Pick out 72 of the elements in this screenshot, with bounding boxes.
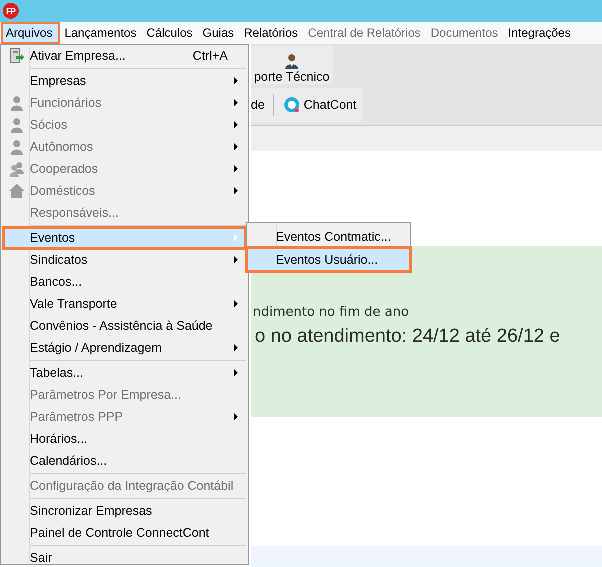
person-icon	[8, 139, 24, 155]
menu-item[interactable]: Sincronizar Empresas	[3, 500, 246, 522]
app-logo-icon: FP	[3, 3, 19, 19]
menu-item-label: Responsáveis...	[30, 206, 119, 220]
submenu-arrow-icon	[234, 121, 238, 129]
submenu-item[interactable]: Eventos Contmatic...	[247, 225, 410, 248]
menu-item[interactable]: Eventos	[3, 227, 246, 249]
support-button[interactable]: porte Técnico	[251, 46, 333, 84]
submenu-arrow-icon	[234, 187, 238, 195]
menu-item-label: Configuração da Integração Contábil	[30, 479, 234, 493]
menu-item-label: Painel de Controle ConnectCont	[30, 526, 210, 540]
menu-item[interactable]: Tabelas...	[3, 362, 246, 384]
menubar-item[interactable]: Arquivos	[1, 22, 60, 44]
submenu-arrow-icon	[234, 99, 238, 107]
menu-item-label: Autônomos	[30, 140, 94, 154]
menu-item-label: Horários...	[30, 432, 88, 446]
submenu-arrow-icon	[234, 300, 238, 308]
submenu-arrow-icon	[234, 165, 238, 173]
menu-item[interactable]: Sindicatos	[3, 249, 246, 271]
submenu-arrow-icon	[234, 369, 238, 377]
menu-item[interactable]: Calendários...	[3, 450, 246, 472]
menu-item[interactable]: Estágio / Aprendizagem	[3, 337, 246, 359]
menu-item-label: Bancos...	[30, 275, 82, 289]
menubar-item[interactable]: Guias	[198, 22, 240, 44]
menu-item[interactable]: Bancos...	[3, 271, 246, 293]
menu-item-label: Eventos	[30, 231, 76, 245]
menu-item[interactable]: Vale Transporte	[3, 293, 246, 315]
menu-item-label: Convênios - Assistência à Saúde	[30, 319, 213, 333]
menu-item-label: Ativar Empresa...	[30, 49, 126, 63]
menu-item[interactable]: Sair	[3, 547, 246, 567]
menu-item[interactable]: Horários...	[3, 428, 246, 450]
computer-arrow-icon	[8, 48, 24, 64]
menubar-item[interactable]: Lançamentos	[60, 22, 142, 44]
notice-headline: o no atendimento: 24/12 até 26/12 e	[254, 326, 562, 348]
menu-item[interactable]: Convênios - Assistência à Saúde	[3, 315, 246, 337]
submenu-arrow-icon	[234, 256, 238, 264]
menu-item[interactable]: Empresas	[3, 70, 246, 92]
person-icon	[8, 117, 24, 133]
menu-item-label: Empresas	[30, 74, 86, 88]
submenu-arrow-icon	[234, 413, 238, 421]
menu-item-label: Sócios	[30, 118, 68, 132]
menu-item-label: Funcionários	[30, 96, 102, 110]
toolbar-label[interactable]: de	[251, 98, 265, 112]
notice-subtitle: ndimento no fim de ano	[252, 305, 410, 320]
menu-item-label: Sincronizar Empresas	[30, 504, 152, 518]
menu-item-label: Parâmetros PPP	[30, 410, 124, 424]
menu-item-label: Sair	[30, 551, 52, 565]
menu-item-label: Estágio / Aprendizagem	[30, 341, 162, 355]
chat-button[interactable]: ChatCont	[282, 95, 359, 115]
menubar-item[interactable]: Cálculos	[142, 22, 198, 44]
menu-item[interactable]: Ativar Empresa... Ctrl+A	[3, 45, 246, 67]
menu-item-label: Domésticos	[30, 184, 96, 198]
submenu-arrow-icon	[234, 234, 238, 242]
menu-item-label: Calendários...	[30, 454, 108, 468]
menu-item[interactable]: Painel de Controle ConnectCont	[3, 522, 246, 544]
menubar-item[interactable]: Integrações	[503, 22, 576, 44]
menubar-item[interactable]: Relatórios	[239, 22, 304, 44]
menu-item-label: Parâmetros Por Empresa...	[30, 388, 182, 402]
menu-item-label: Cooperados	[30, 162, 98, 176]
shortcut-label: Ctrl+A	[192, 49, 228, 63]
house-icon	[8, 183, 24, 199]
submenu-item[interactable]: Eventos Usuário...	[247, 248, 410, 271]
menu-item-label: Vale Transporte	[30, 297, 118, 311]
submenu-arrow-icon	[234, 143, 238, 151]
submenu-arrow-icon	[234, 77, 238, 85]
chat-icon	[284, 97, 300, 113]
menu-item-label: Sindicatos	[30, 253, 88, 267]
people-icon	[8, 161, 24, 177]
person-icon	[284, 53, 300, 69]
submenu-arrow-icon	[234, 344, 238, 352]
menu-item-label: Tabelas...	[30, 366, 84, 380]
person-icon	[8, 95, 24, 111]
